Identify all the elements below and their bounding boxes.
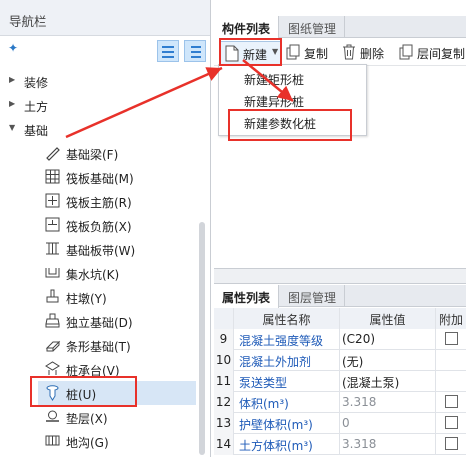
property-value[interactable]: (无) bbox=[340, 350, 436, 371]
property-name: 泵送类型 bbox=[234, 371, 340, 392]
nav-group-label: 装修 bbox=[24, 76, 49, 90]
new-button[interactable]: 新建 ▼ bbox=[220, 41, 282, 65]
tab-drawing-management[interactable]: 图纸管理 bbox=[280, 16, 346, 38]
column-header: 属性值 bbox=[340, 308, 436, 329]
append-checkbox[interactable] bbox=[445, 332, 458, 345]
nav-toolbar: ✦ bbox=[0, 36, 210, 66]
nav-group-label: 土方 bbox=[24, 100, 49, 114]
nav-item-pile-cap[interactable]: 桩承台(V) bbox=[40, 357, 196, 381]
nav-group-decoration[interactable]: ▶ 装修 bbox=[0, 69, 198, 93]
nav-item-foundation-beam[interactable]: 基础梁(F) bbox=[40, 141, 196, 165]
tab-property-list[interactable]: 属性列表 bbox=[214, 285, 280, 308]
nav-item-column-pier[interactable]: 柱墩(Y) bbox=[40, 285, 196, 309]
table-row[interactable]: 9 混凝土强度等级 (C20) bbox=[214, 329, 466, 350]
nav-group-label: 基础 bbox=[24, 124, 49, 138]
nav-item-strip-footing[interactable]: 条形基础(T) bbox=[40, 333, 196, 357]
column-pier-icon bbox=[46, 289, 59, 303]
navigation-panel: 导航栏 ✦ ▶ 装修 ▶ 土方 ▼ 基础 基础梁(F) 筏板基础(M) 筏板主筋… bbox=[0, 0, 211, 457]
property-value: 3.318 bbox=[340, 434, 436, 455]
interlayer-copy-icon bbox=[399, 44, 413, 60]
property-value[interactable]: (C20) bbox=[340, 329, 436, 350]
nav-group-earthwork[interactable]: ▶ 土方 bbox=[0, 93, 198, 117]
slab-strip-icon bbox=[46, 242, 59, 255]
append-checkbox[interactable] bbox=[445, 416, 458, 429]
property-name: 混凝土外加剂 bbox=[234, 350, 340, 371]
append-checkbox[interactable] bbox=[445, 437, 458, 450]
collapse-arrow-icon[interactable]: ▼ bbox=[9, 123, 15, 132]
property-header-row: 属性名称 属性值 附加 bbox=[214, 308, 466, 329]
table-row[interactable]: 10 混凝土外加剂 (无) bbox=[214, 350, 466, 371]
trash-icon bbox=[343, 44, 355, 60]
nav-scrollbar[interactable] bbox=[199, 222, 205, 455]
list-view-button[interactable] bbox=[157, 40, 179, 62]
new-file-icon bbox=[225, 45, 239, 62]
main-rebar-icon bbox=[45, 193, 60, 208]
property-name: 体积(m³) bbox=[234, 392, 340, 413]
nav-item-isolated-footing[interactable]: 独立基础(D) bbox=[40, 309, 196, 333]
expand-arrow-icon[interactable]: ▶ bbox=[9, 99, 15, 108]
column-header: 附加 bbox=[436, 308, 466, 329]
property-name: 护壁体积(m³) bbox=[234, 413, 340, 434]
nav-item-pile[interactable]: 桩(U) bbox=[38, 381, 196, 405]
property-value[interactable]: (混凝土泵) bbox=[340, 371, 436, 392]
nav-item-raft-foundation[interactable]: 筏板基础(M) bbox=[40, 165, 196, 189]
component-toolbar: 新建 ▼ 复制 删除 层间复制 bbox=[214, 38, 466, 66]
table-row[interactable]: 12 体积(m³) 3.318 bbox=[214, 392, 466, 413]
table-row[interactable]: 11 泵送类型 (混凝土泵) bbox=[214, 371, 466, 392]
property-name: 土方体积(m³) bbox=[234, 434, 340, 455]
append-checkbox[interactable] bbox=[445, 395, 458, 408]
detail-view-button[interactable] bbox=[184, 40, 206, 62]
isolated-footing-icon bbox=[45, 313, 60, 328]
table-row[interactable]: 14 土方体积(m³) 3.318 bbox=[214, 434, 466, 455]
raft-grid-icon bbox=[45, 169, 60, 184]
menu-item-new-irregular-pile[interactable]: 新建异形桩 bbox=[219, 89, 366, 111]
nav-item-sump-pit[interactable]: 集水坑(K) bbox=[40, 261, 196, 285]
expand-arrow-icon[interactable]: ▶ bbox=[9, 75, 15, 84]
column-header: 属性名称 bbox=[234, 308, 340, 329]
component-tabbar: 构件列表 图纸管理 bbox=[214, 16, 466, 39]
nav-group-foundation[interactable]: ▼ 基础 bbox=[0, 117, 198, 141]
beam-icon bbox=[46, 147, 60, 161]
pile-icon bbox=[46, 385, 59, 401]
pin-icon[interactable]: ✦ bbox=[8, 41, 18, 55]
table-row[interactable]: 13 护壁体积(m³) 0 bbox=[214, 413, 466, 434]
copy-icon bbox=[286, 44, 300, 60]
nav-title: 导航栏 bbox=[0, 0, 210, 36]
negative-rebar-icon bbox=[45, 217, 60, 232]
menu-item-new-parametric-pile[interactable]: 新建参数化桩 bbox=[219, 111, 366, 133]
tab-component-list[interactable]: 构件列表 bbox=[214, 16, 280, 39]
nav-tree: ▶ 装修 ▶ 土方 ▼ 基础 基础梁(F) 筏板基础(M) 筏板主筋(R) 筏板… bbox=[0, 66, 210, 457]
cushion-icon bbox=[46, 410, 59, 422]
nav-item-raft-negative-rebar[interactable]: 筏板负筋(X) bbox=[40, 213, 196, 237]
property-tabbar: 属性列表 图层管理 bbox=[214, 285, 466, 308]
nav-item-trench[interactable]: 地沟(G) bbox=[40, 429, 196, 453]
nav-item-slab-strip[interactable]: 基础板带(W) bbox=[40, 237, 196, 261]
property-value: 3.318 bbox=[340, 392, 436, 413]
tab-layer-management[interactable]: 图层管理 bbox=[280, 285, 346, 307]
property-name: 混凝土强度等级 bbox=[234, 329, 340, 350]
panel-splitter[interactable] bbox=[214, 268, 466, 284]
strip-footing-icon bbox=[45, 340, 61, 352]
property-value: 0 bbox=[340, 413, 436, 434]
menu-item-new-rectangular-pile[interactable]: 新建矩形桩 bbox=[219, 67, 366, 89]
trench-icon bbox=[45, 435, 60, 446]
sump-pit-icon bbox=[45, 268, 60, 278]
nav-item-cushion[interactable]: 垫层(X) bbox=[40, 405, 196, 429]
nav-item-raft-main-rebar[interactable]: 筏板主筋(R) bbox=[40, 189, 196, 213]
dropdown-arrow-icon: ▼ bbox=[272, 47, 279, 56]
pile-cap-icon bbox=[45, 361, 60, 375]
new-dropdown-menu: 新建矩形桩 新建异形桩 新建参数化桩 bbox=[218, 64, 367, 136]
